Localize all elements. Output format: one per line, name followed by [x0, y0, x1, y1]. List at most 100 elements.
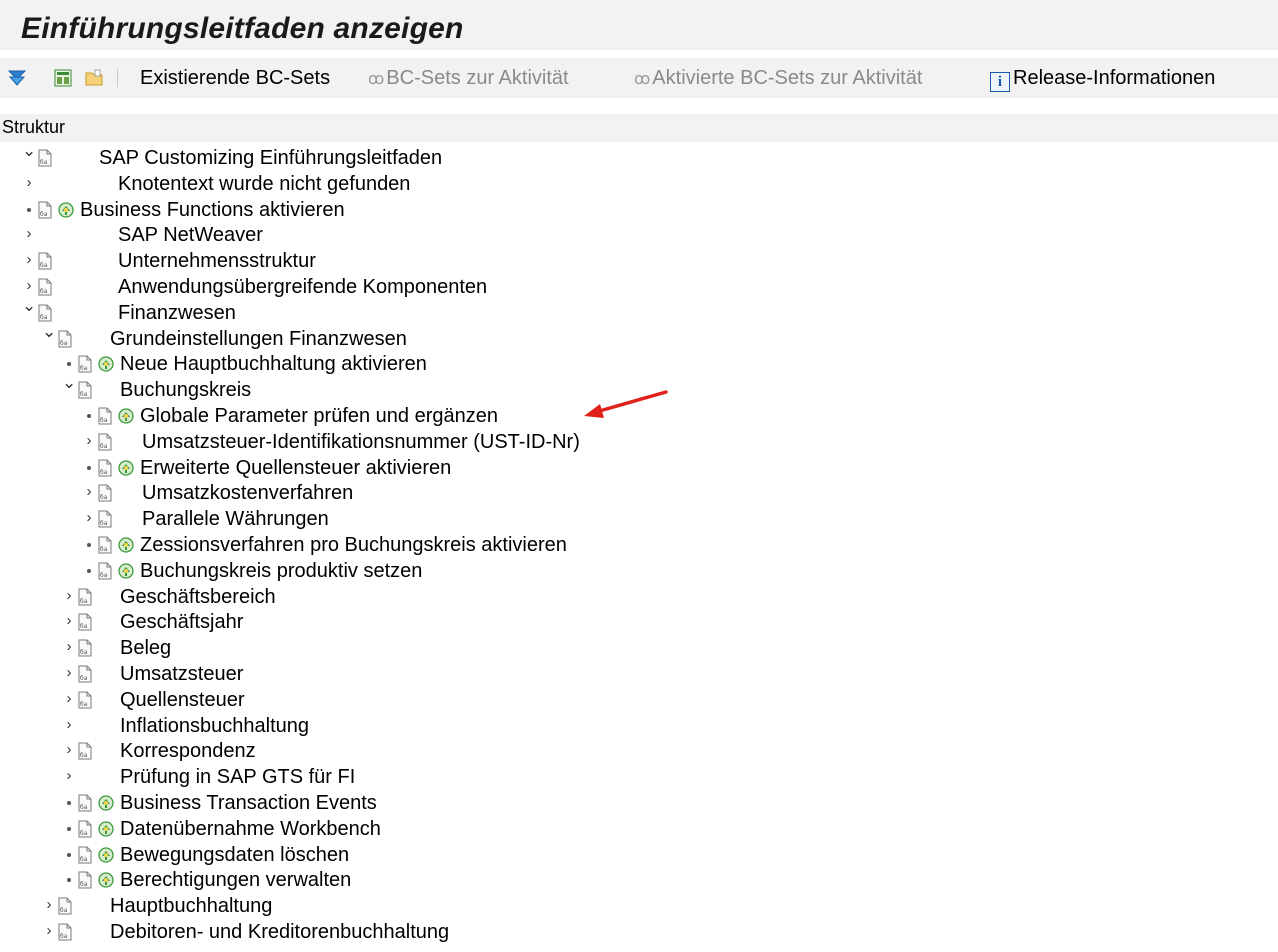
execute-activity-icon[interactable]: [97, 355, 115, 373]
expand-chevron-icon[interactable]: ›: [22, 252, 36, 268]
tree-node[interactable]: › ба Hauptbuchhaltung: [0, 893, 1278, 919]
expand-chevron-icon[interactable]: ›: [62, 613, 76, 629]
expand-chevron-icon[interactable]: ›: [62, 742, 76, 758]
documentation-icon[interactable]: ба: [38, 149, 52, 167]
documentation-icon[interactable]: ба: [78, 820, 92, 838]
documentation-icon[interactable]: ба: [78, 639, 92, 657]
documentation-icon[interactable]: ба: [38, 304, 52, 322]
documentation-icon[interactable]: ба: [58, 923, 72, 941]
execute-activity-icon[interactable]: [117, 536, 135, 554]
collapse-chevron-icon[interactable]: ⌄: [62, 374, 76, 391]
expand-chevron-icon[interactable]: ›: [62, 716, 76, 733]
documentation-icon[interactable]: ба: [98, 562, 112, 580]
tree-node[interactable]: ба Datenübernahme Workbench: [0, 816, 1278, 842]
tree-node[interactable]: ба Neue Hauptbuchhaltung aktivieren: [0, 351, 1278, 377]
tree-node[interactable]: › ба Anwendungsübergreifende Komponenten: [0, 274, 1278, 300]
documentation-icon[interactable]: ба: [78, 665, 92, 683]
tree-node-label: Umsatzsteuer-Identifikationsnummer (UST-…: [142, 430, 580, 453]
execute-activity-icon[interactable]: [97, 820, 115, 838]
expand-chevron-icon[interactable]: ›: [82, 484, 96, 500]
tree-node[interactable]: ба Business Functions aktivieren: [0, 197, 1278, 223]
release-info-button[interactable]: i Release-Informationen: [990, 67, 1215, 92]
leaf-bullet: [67, 801, 71, 805]
documentation-icon[interactable]: ба: [78, 355, 92, 373]
tree-node[interactable]: › ба Quellensteuer: [0, 687, 1278, 713]
glasses-icon: ꝏ: [634, 71, 651, 88]
documentation-icon[interactable]: ба: [78, 742, 92, 760]
documentation-icon[interactable]: ба: [98, 407, 112, 425]
documentation-icon[interactable]: ба: [78, 588, 92, 606]
execute-activity-icon[interactable]: [57, 201, 75, 219]
documentation-icon[interactable]: ба: [98, 510, 112, 528]
documentation-icon[interactable]: ба: [78, 691, 92, 709]
documentation-icon[interactable]: ба: [38, 252, 52, 270]
tree-node[interactable]: › ба Debitoren- und Kreditorenbuchhaltung: [0, 919, 1278, 945]
tree-node[interactable]: ба Business Transaction Events: [0, 790, 1278, 816]
expand-chevron-icon[interactable]: ›: [22, 226, 36, 242]
expand-chevron-icon[interactable]: ›: [22, 278, 36, 294]
execute-activity-icon[interactable]: [117, 562, 135, 580]
tree-node[interactable]: › ба Umsatzsteuer-Identifikationsnummer (U…: [0, 429, 1278, 455]
execute-activity-icon[interactable]: [97, 846, 115, 864]
documentation-icon[interactable]: ба: [98, 484, 112, 502]
execute-activity-icon[interactable]: [117, 459, 135, 477]
documentation-icon[interactable]: ба: [38, 201, 52, 219]
documentation-icon[interactable]: ба: [58, 897, 72, 915]
documentation-icon[interactable]: ба: [78, 381, 92, 399]
documentation-icon[interactable]: ба: [98, 536, 112, 554]
tree-node[interactable]: ⌄ ба SAP Customizing Einführungsleitfaden: [0, 142, 1278, 171]
filter-expand-icon[interactable]: [7, 68, 27, 88]
tree-node[interactable]: ба Berechtigungen verwalten: [0, 867, 1278, 893]
transfer-icon[interactable]: [53, 68, 73, 88]
tree-node[interactable]: › ба Geschäftsjahr: [0, 609, 1278, 635]
tree-node[interactable]: ⌄ ба Grundeinstellungen Finanzwesen: [0, 323, 1278, 352]
tree-node[interactable]: › ба Beleg: [0, 635, 1278, 661]
expand-chevron-icon[interactable]: ›: [62, 587, 76, 604]
tree-node[interactable]: › ба Unternehmensstruktur: [0, 248, 1278, 274]
documentation-icon[interactable]: ба: [78, 871, 92, 889]
expand-chevron-icon[interactable]: ›: [62, 665, 76, 681]
tree-node[interactable]: › Prüfung in SAP GTS für FI: [0, 764, 1278, 790]
collapse-chevron-icon[interactable]: ⌄: [22, 142, 36, 159]
tree-node[interactable]: ба Buchungskreis produktiv setzen: [0, 558, 1278, 584]
expand-chevron-icon[interactable]: ›: [22, 174, 36, 191]
activated-bc-sets-button[interactable]: ꝏ Aktivierte BC-Sets zur Aktivität: [634, 67, 922, 91]
tree-node[interactable]: › ба Korrespondenz: [0, 738, 1278, 764]
tree-node-label: Finanzwesen: [118, 301, 236, 324]
documentation-icon[interactable]: ба: [38, 278, 52, 296]
tree-node[interactable]: › ба Umsatzsteuer: [0, 661, 1278, 687]
expand-chevron-icon[interactable]: ›: [42, 897, 56, 913]
tree-node[interactable]: › SAP NetWeaver: [0, 222, 1278, 248]
expand-chevron-icon[interactable]: ›: [42, 923, 56, 939]
documentation-icon[interactable]: ба: [78, 794, 92, 812]
execute-activity-icon[interactable]: [117, 407, 135, 425]
tree-node[interactable]: › ба Umsatzkostenverfahren: [0, 480, 1278, 506]
bc-sets-activity-button[interactable]: ꝏ BC-Sets zur Aktivität: [368, 67, 569, 91]
documentation-icon[interactable]: ба: [98, 459, 112, 477]
existing-bc-sets-button[interactable]: Existierende BC-Sets: [140, 67, 330, 89]
tree-node[interactable]: › ба Geschäftsbereich: [0, 584, 1278, 610]
folder-icon[interactable]: [84, 68, 104, 88]
tree-node[interactable]: › Knotentext wurde nicht gefunden: [0, 171, 1278, 197]
tree-node[interactable]: ба Bewegungsdaten löschen: [0, 842, 1278, 868]
documentation-icon[interactable]: ба: [78, 613, 92, 631]
tree-node[interactable]: ба Zessionsverfahren pro Buchungskreis ak…: [0, 532, 1278, 558]
collapse-chevron-icon[interactable]: ⌄: [42, 323, 56, 340]
expand-chevron-icon[interactable]: ›: [82, 432, 96, 449]
collapse-chevron-icon[interactable]: ⌄: [22, 297, 36, 314]
documentation-icon[interactable]: ба: [98, 433, 112, 451]
expand-chevron-icon[interactable]: ›: [62, 639, 76, 655]
tree-node[interactable]: › Inflationsbuchhaltung: [0, 713, 1278, 739]
expand-chevron-icon[interactable]: ›: [62, 690, 76, 707]
page-title: Einführungsleitfaden anzeigen: [21, 12, 464, 45]
documentation-icon[interactable]: ба: [78, 846, 92, 864]
expand-chevron-icon[interactable]: ›: [62, 768, 76, 784]
documentation-icon[interactable]: ба: [58, 330, 72, 348]
execute-activity-icon[interactable]: [97, 871, 115, 889]
tree-node[interactable]: › ба Parallele Währungen: [0, 506, 1278, 532]
expand-chevron-icon[interactable]: ›: [82, 510, 96, 526]
tree-node[interactable]: ба Erweiterte Quellensteuer aktivieren: [0, 455, 1278, 481]
svg-text:ба: ба: [40, 314, 48, 321]
execute-activity-icon[interactable]: [97, 794, 115, 812]
tree-node[interactable]: ⌄ ба Finanzwesen: [0, 297, 1278, 326]
